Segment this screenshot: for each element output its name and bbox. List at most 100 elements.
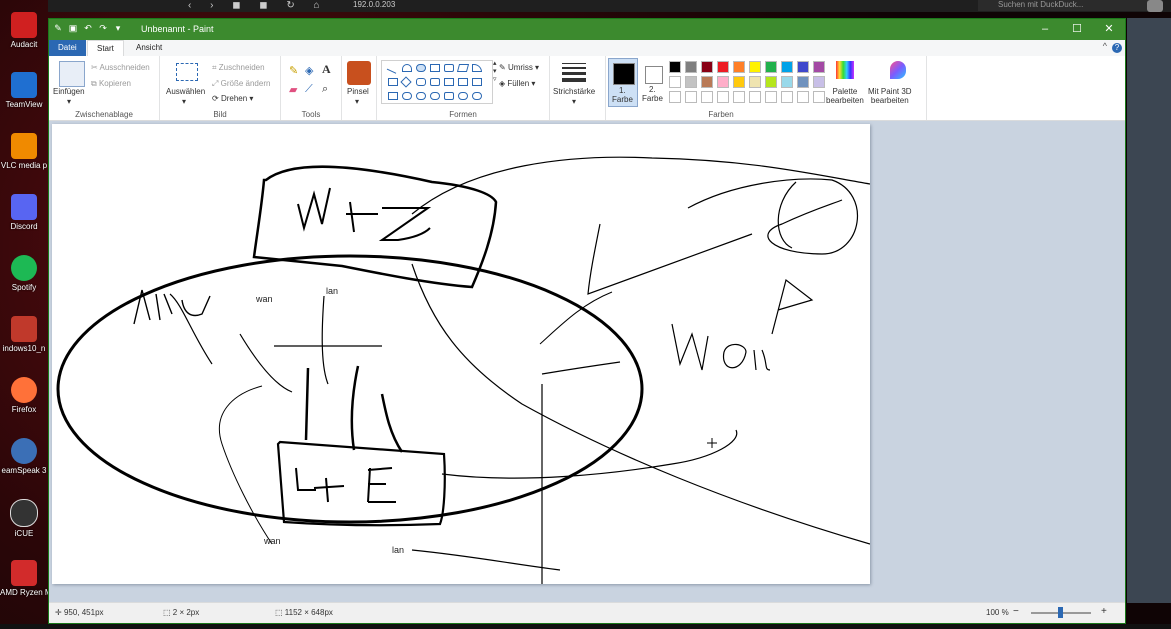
color-swatch[interactable]: [717, 91, 729, 103]
arrow-left-shape-icon[interactable]: [458, 78, 468, 86]
paste-button[interactable]: Einfügen: [53, 87, 85, 96]
curve-shape-icon[interactable]: [402, 64, 412, 72]
customize-toolbar-icon[interactable]: ▾: [113, 23, 123, 33]
tab-start[interactable]: Start: [87, 40, 124, 56]
color-swatch[interactable]: [813, 61, 825, 73]
color-swatch[interactable]: [701, 61, 713, 73]
text-tool-icon[interactable]: A: [322, 62, 331, 77]
color-swatch[interactable]: [765, 76, 777, 88]
fill-button[interactable]: ◈ Füllen ▾: [499, 79, 535, 88]
color-swatch[interactable]: [669, 91, 681, 103]
cut-button[interactable]: ✂ Ausschneiden: [91, 63, 150, 72]
save-icon[interactable]: ▣: [68, 23, 78, 33]
close-button[interactable]: ✕: [1093, 19, 1125, 40]
outline-button[interactable]: ✎ Umriss ▾: [499, 63, 539, 72]
desktop-icon-icue[interactable]: iCUE: [0, 495, 48, 553]
line-shape-icon[interactable]: [386, 62, 400, 74]
edit-palette-button[interactable]: Palette bearbeiten: [826, 87, 864, 105]
line-width-icon[interactable]: [562, 63, 586, 82]
star4-shape-icon[interactable]: [402, 92, 412, 100]
color-swatch[interactable]: [685, 61, 697, 73]
brush-icon[interactable]: [347, 61, 371, 85]
desktop-icon-vlc[interactable]: VLC media p: [0, 129, 48, 187]
oval-shape-icon[interactable]: [416, 64, 426, 72]
color-swatch[interactable]: [765, 91, 777, 103]
browser-search-input[interactable]: Suchen mit DuckDuck...: [978, 0, 1148, 11]
paint3d-icon[interactable]: [890, 61, 906, 79]
color-swatch[interactable]: [781, 91, 793, 103]
color-swatch[interactable]: [765, 61, 777, 73]
brushes-dropdown-icon[interactable]: ▾: [355, 97, 359, 106]
crop-button[interactable]: ⌗ Zuschneiden: [212, 63, 265, 73]
browser-nav-icons[interactable]: ‹ › ◼ ◼ ↻ ⌂: [188, 0, 328, 11]
color-swatch[interactable]: [733, 76, 745, 88]
hexagon-shape-icon[interactable]: [430, 78, 440, 86]
tab-ansicht[interactable]: Ansicht: [127, 40, 171, 56]
color-picker-icon[interactable]: ⟋: [305, 83, 313, 96]
paste-icon[interactable]: [59, 61, 85, 87]
select-icon[interactable]: [176, 63, 198, 81]
desktop-icon-teamspeak[interactable]: eamSpeak 3: [0, 434, 48, 492]
color-swatch[interactable]: [797, 61, 809, 73]
maximize-button[interactable]: ☐: [1061, 19, 1093, 40]
zoom-out-button[interactable]: −: [1013, 606, 1019, 617]
help-icon[interactable]: ?: [1112, 43, 1122, 53]
resize-button[interactable]: ⤢ Größe ändern: [212, 79, 270, 89]
color-swatch[interactable]: [813, 91, 825, 103]
edit-palette-icon[interactable]: [836, 61, 854, 79]
desktop-icon-amd-ryzen[interactable]: AMD Ryzen M: [0, 556, 48, 614]
color1-selector[interactable]: 1. Farbe: [608, 58, 638, 107]
eraser-icon[interactable]: ▰: [289, 83, 297, 96]
diamond-shape-icon[interactable]: [400, 76, 412, 88]
paint3d-button[interactable]: Mit Paint 3D bearbeiten: [868, 87, 912, 105]
callout-rect-shape-icon[interactable]: [444, 92, 454, 100]
triangle-shape-icon[interactable]: [472, 64, 482, 72]
shapes-scroll-icon[interactable]: ▴ ▾ ▿: [493, 59, 497, 83]
rounded-rectangle-shape-icon[interactable]: [444, 64, 454, 72]
color-swatch[interactable]: [669, 76, 681, 88]
minimize-button[interactable]: –: [1029, 19, 1061, 40]
desktop-icon-spotify[interactable]: Spotify: [0, 251, 48, 309]
color-swatch[interactable]: [717, 61, 729, 73]
pencil-icon[interactable]: ✎: [289, 64, 298, 77]
star6-shape-icon[interactable]: [430, 92, 440, 100]
color-swatch[interactable]: [749, 76, 761, 88]
color-swatch[interactable]: [781, 61, 793, 73]
redo-icon[interactable]: ↷: [98, 23, 108, 33]
color-swatch[interactable]: [749, 91, 761, 103]
star5-shape-icon[interactable]: [416, 92, 426, 100]
polygon-shape-icon[interactable]: [456, 64, 470, 72]
color-swatch[interactable]: [701, 91, 713, 103]
undo-icon[interactable]: ↶: [83, 23, 93, 33]
magnifier-icon[interactable]: ⌕: [322, 83, 328, 96]
tab-datei[interactable]: Datei: [49, 40, 86, 56]
color-swatch[interactable]: [701, 76, 713, 88]
select-button[interactable]: Auswählen: [166, 87, 205, 96]
desktop-icon-teamviewer[interactable]: TeamView: [0, 68, 48, 126]
color-swatch[interactable]: [797, 76, 809, 88]
size-button[interactable]: Strichstärke: [553, 87, 595, 96]
color-swatch[interactable]: [685, 76, 697, 88]
desktop-icon-audacity[interactable]: Audacit: [0, 8, 48, 66]
desktop-icon-windows10[interactable]: indows10_n: [0, 312, 48, 370]
shapes-gallery[interactable]: [381, 60, 493, 104]
callout-oval-shape-icon[interactable]: [458, 92, 468, 100]
pentagon-shape-icon[interactable]: [416, 78, 426, 86]
desktop-icon-discord[interactable]: Discord: [0, 190, 48, 248]
arrow-down-shape-icon[interactable]: [388, 92, 398, 100]
arrow-right-shape-icon[interactable]: [444, 78, 454, 86]
fill-bucket-icon[interactable]: ◈: [305, 64, 313, 77]
callout-cloud-shape-icon[interactable]: [472, 92, 482, 100]
color-swatch[interactable]: [717, 76, 729, 88]
arrow-up-shape-icon[interactable]: [472, 78, 482, 86]
zoom-slider-thumb[interactable]: [1058, 607, 1063, 618]
copy-button[interactable]: ⧉ Kopieren: [91, 79, 131, 89]
zoom-in-button[interactable]: +: [1101, 606, 1107, 617]
drawing-canvas[interactable]: wan lan wan lan: [52, 124, 870, 584]
browser-url[interactable]: 192.0.0.203: [353, 0, 395, 9]
color-swatch[interactable]: [781, 76, 793, 88]
color-swatch[interactable]: [733, 61, 745, 73]
color2-selector[interactable]: 2. Farbe: [639, 58, 667, 105]
color-swatch[interactable]: [733, 91, 745, 103]
right-triangle-shape-icon[interactable]: [388, 78, 398, 86]
